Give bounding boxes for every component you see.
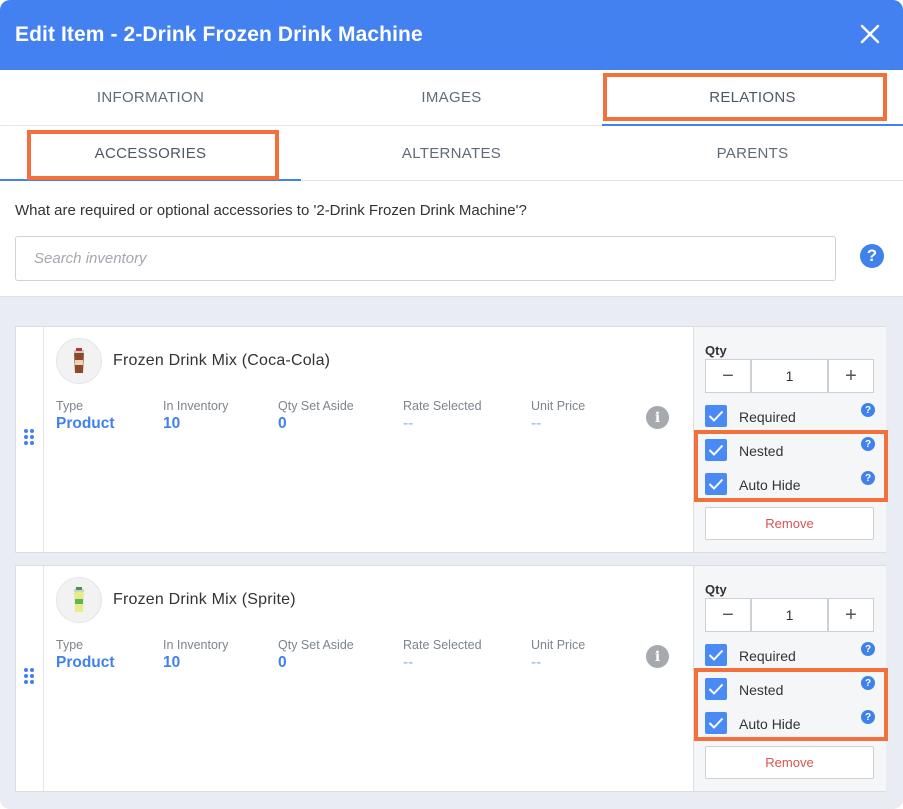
product-thumbnail	[56, 338, 102, 384]
help-icon[interactable]: ?	[861, 710, 875, 724]
qty-label: Qty	[705, 343, 727, 358]
item-name: Frozen Drink Mix (Coca-Cola)	[113, 352, 331, 369]
accessory-list: Frozen Drink Mix (Coca-Cola) Type Produc…	[0, 296, 903, 809]
remove-button[interactable]: Remove	[705, 507, 874, 540]
required-option: Required ?	[705, 403, 875, 429]
tab-alternates[interactable]: ALTERNATES	[301, 126, 602, 180]
auto-hide-checkbox[interactable]	[705, 473, 727, 495]
required-label: Required	[739, 648, 796, 664]
info-icon[interactable]: i	[646, 406, 669, 429]
increment-button[interactable]: +	[828, 359, 874, 393]
accessory-options-panel: Qty − + Required ? Neste	[693, 327, 886, 552]
required-option: Required ?	[705, 642, 875, 668]
help-icon[interactable]: ?	[861, 403, 875, 417]
help-icon[interactable]: ?	[861, 437, 875, 451]
accessory-card: Frozen Drink Mix (Sprite) Type Product I…	[15, 565, 886, 792]
stat-rate-selected: Rate Selected --	[403, 638, 482, 671]
tab-relations[interactable]: RELATIONS	[602, 70, 903, 126]
tab-information[interactable]: INFORMATION	[0, 70, 301, 125]
stat-in-inventory: In Inventory 10	[163, 638, 229, 671]
help-icon[interactable]: ?	[861, 471, 875, 485]
help-icon[interactable]: ?	[861, 676, 875, 690]
stat-unit-price: Unit Price --	[531, 638, 586, 671]
item-name: Frozen Drink Mix (Sprite)	[113, 591, 296, 608]
remove-button[interactable]: Remove	[705, 746, 874, 779]
auto-hide-option: Auto Hide ?	[705, 471, 875, 497]
tab-accessories[interactable]: ACCESSORIES	[0, 126, 301, 181]
increment-button[interactable]: +	[828, 598, 874, 632]
stat-type: Type Product	[56, 399, 115, 432]
stat-unit-price: Unit Price --	[531, 399, 586, 432]
stat-rate-selected: Rate Selected --	[403, 399, 482, 432]
help-icon[interactable]: ?	[861, 642, 875, 656]
nested-label: Nested	[739, 443, 784, 459]
required-checkbox[interactable]	[705, 405, 727, 427]
drag-handle[interactable]	[16, 327, 44, 552]
required-checkbox[interactable]	[705, 644, 727, 666]
edit-item-dialog: Edit Item - 2-Drink Frozen Drink Machine…	[0, 0, 903, 809]
required-label: Required	[739, 409, 796, 425]
nested-checkbox[interactable]	[705, 678, 727, 700]
stat-in-inventory: In Inventory 10	[163, 399, 229, 432]
nested-option: Nested ?	[705, 676, 875, 702]
qty-label: Qty	[705, 582, 727, 597]
relation-subtabs: ACCESSORIES ALTERNATES PARENTS	[0, 126, 903, 181]
drag-handle[interactable]	[16, 566, 44, 791]
search-input[interactable]	[15, 236, 836, 281]
drag-dots-icon	[24, 429, 36, 447]
nested-checkbox[interactable]	[705, 439, 727, 461]
main-tabs: INFORMATION IMAGES RELATIONS	[0, 70, 903, 126]
tab-parents[interactable]: PARENTS	[602, 126, 903, 180]
stat-qty-set-aside: Qty Set Aside 0	[278, 638, 354, 671]
decrement-button[interactable]: −	[705, 359, 751, 393]
nested-label: Nested	[739, 682, 784, 698]
nested-option: Nested ?	[705, 437, 875, 463]
close-icon[interactable]	[859, 23, 881, 45]
dialog-title: Edit Item - 2-Drink Frozen Drink Machine	[15, 23, 423, 46]
quantity-stepper: − +	[705, 359, 874, 393]
auto-hide-label: Auto Hide	[739, 477, 801, 493]
auto-hide-option: Auto Hide ?	[705, 710, 875, 736]
drag-dots-icon	[24, 668, 36, 686]
stat-type: Type Product	[56, 638, 115, 671]
decrement-button[interactable]: −	[705, 598, 751, 632]
tab-images[interactable]: IMAGES	[301, 70, 602, 125]
stat-qty-set-aside: Qty Set Aside 0	[278, 399, 354, 432]
help-icon[interactable]: ?	[860, 244, 884, 268]
accessory-options-panel: Qty − + Required ? Neste	[693, 566, 886, 791]
accessories-question: What are required or optional accessorie…	[15, 202, 527, 219]
qty-input[interactable]	[751, 598, 828, 632]
auto-hide-label: Auto Hide	[739, 716, 801, 732]
accessory-card: Frozen Drink Mix (Coca-Cola) Type Produc…	[15, 326, 886, 553]
auto-hide-checkbox[interactable]	[705, 712, 727, 734]
dialog-header: Edit Item - 2-Drink Frozen Drink Machine	[0, 0, 903, 70]
qty-input[interactable]	[751, 359, 828, 393]
product-thumbnail	[56, 577, 102, 623]
info-icon[interactable]: i	[646, 645, 669, 668]
quantity-stepper: − +	[705, 598, 874, 632]
